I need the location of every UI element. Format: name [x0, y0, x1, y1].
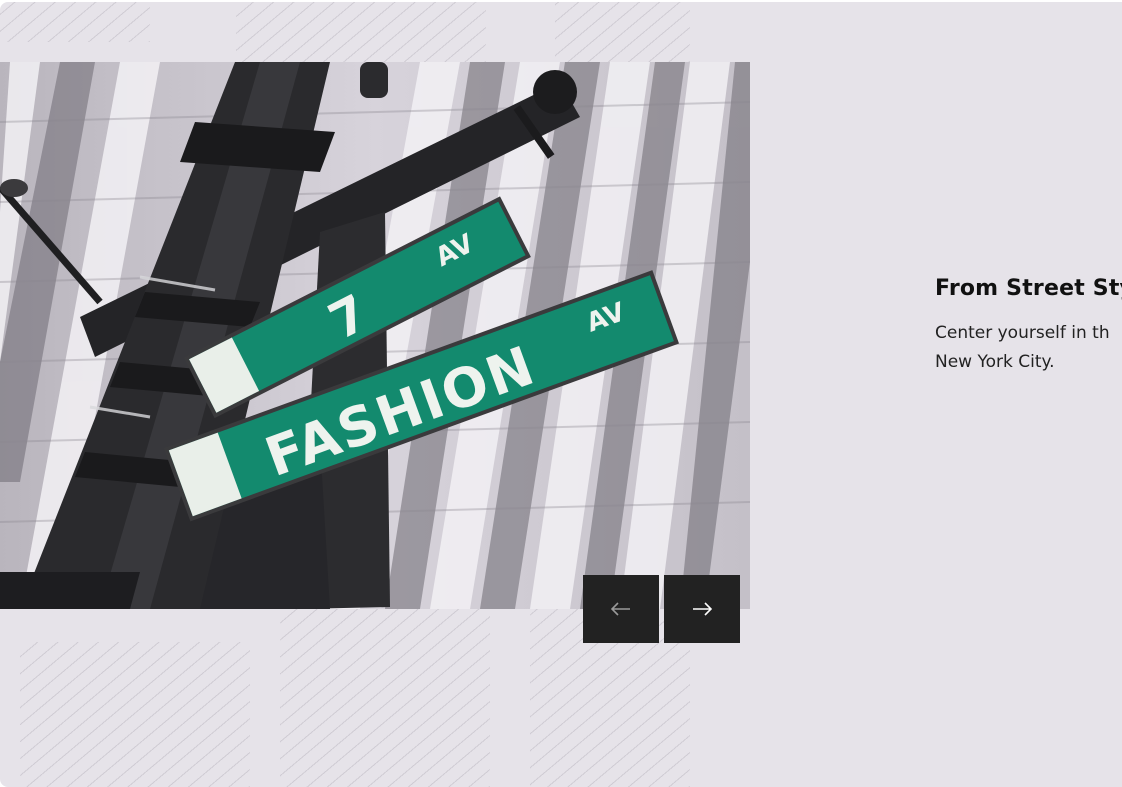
carousel-section: 7 AV FASHION AV From Street Sty Center y…	[0, 2, 1122, 787]
hatch-pattern	[20, 642, 250, 787]
slide-image: 7 AV FASHION AV	[0, 62, 750, 609]
hatch-pattern	[236, 2, 486, 62]
slide-caption: From Street Sty Center yourself in th Ne…	[935, 276, 1122, 377]
arrow-left-icon	[611, 602, 630, 616]
slide-title: From Street Sty	[935, 276, 1122, 301]
next-slide-button[interactable]	[664, 575, 740, 643]
hatch-pattern	[555, 2, 690, 62]
street-sign-photo: 7 AV FASHION AV	[0, 62, 750, 609]
previous-slide-button[interactable]	[583, 575, 659, 643]
arrow-right-icon	[693, 602, 712, 616]
hatch-pattern	[0, 2, 150, 42]
hatch-pattern	[280, 608, 490, 787]
slide-description: Center yourself in th New York City.	[935, 323, 1110, 372]
